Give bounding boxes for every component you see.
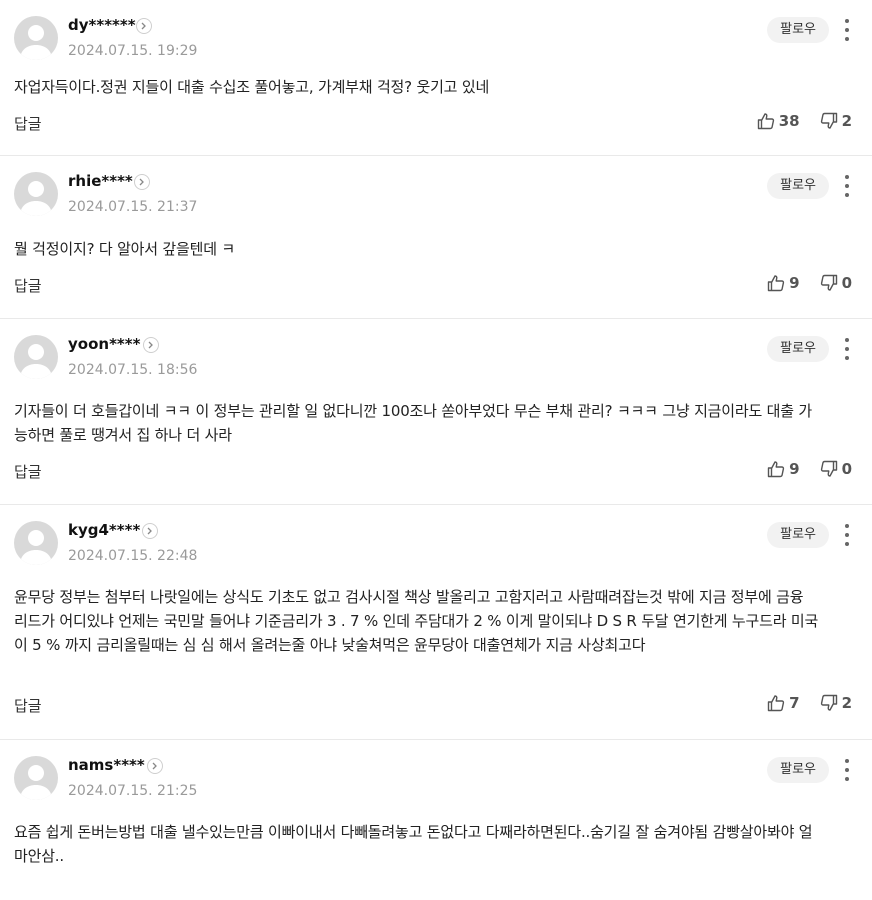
- comment-item: yoon**** 2024.07.15. 18:56 팔로우 기자들이 더 호들…: [0, 319, 872, 505]
- more-options-icon[interactable]: [840, 19, 854, 41]
- follow-button[interactable]: 팔로우: [767, 336, 829, 362]
- thumbs-up-icon: [767, 695, 785, 712]
- more-options-icon[interactable]: [840, 524, 854, 546]
- thumbs-up-icon: [767, 461, 785, 478]
- thumbs-down-icon: [820, 112, 837, 129]
- like-button[interactable]: 38: [757, 112, 800, 130]
- comment-text: 윤무당 정부는 첨부터 나랏일에는 상식도 기초도 없고 검사시절 책상 발올리…: [14, 588, 819, 654]
- comment-item: dy****** 2024.07.15. 19:29 팔로우 자업자득이다.정권…: [0, 0, 872, 156]
- dislike-count: 0: [841, 274, 852, 292]
- avatar[interactable]: [14, 521, 58, 565]
- follow-button[interactable]: 팔로우: [767, 17, 829, 43]
- more-options-icon[interactable]: [840, 759, 854, 781]
- comment-text: 뭘 걱정이지? 다 알아서 갚을텐데 ㅋ: [14, 240, 236, 258]
- follow-button[interactable]: 팔로우: [767, 522, 829, 548]
- like-count: 7: [789, 694, 800, 712]
- comment-username[interactable]: nams****: [68, 756, 145, 774]
- reply-button[interactable]: 답글: [14, 461, 42, 482]
- profile-chevron-icon[interactable]: [134, 174, 150, 190]
- vote-group: 7 2: [747, 694, 852, 712]
- comment-text: 자업자득이다.정권 지들이 대출 수십조 풀어놓고, 가계부채 걱정? 웃기고 …: [14, 78, 490, 96]
- profile-chevron-icon[interactable]: [136, 18, 152, 34]
- follow-button[interactable]: 팔로우: [767, 757, 829, 783]
- default-profile-icon: [20, 25, 52, 60]
- like-button[interactable]: 9: [767, 460, 800, 478]
- more-options-icon[interactable]: [840, 338, 854, 360]
- comment-text: 요즘 쉽게 돈버는방법 대출 낼수있는만큼 이빠이내서 다빼돌려놓고 돈없다고 …: [14, 823, 813, 865]
- thumbs-down-icon: [820, 694, 837, 711]
- reply-button[interactable]: 답글: [14, 113, 42, 134]
- comment-username[interactable]: dy******: [68, 16, 136, 34]
- like-button[interactable]: 9: [767, 274, 800, 292]
- comment-date: 2024.07.15. 18:56: [68, 362, 198, 378]
- vote-group: 38 2: [737, 112, 852, 130]
- dislike-button[interactable]: 0: [820, 460, 852, 478]
- comment-item: rhie**** 2024.07.15. 21:37 팔로우 뭘 걱정이지? 다…: [0, 156, 872, 319]
- comment-item: nams**** 2024.07.15. 21:25 팔로우 요즘 쉽게 돈버는…: [0, 740, 872, 900]
- follow-button[interactable]: 팔로우: [767, 173, 829, 199]
- default-profile-icon: [20, 344, 52, 379]
- default-profile-icon: [20, 765, 52, 800]
- dislike-button[interactable]: 2: [820, 112, 852, 130]
- thumbs-down-icon: [820, 460, 837, 477]
- comment-date: 2024.07.15. 21:37: [68, 199, 198, 215]
- avatar[interactable]: [14, 756, 58, 800]
- default-profile-icon: [20, 530, 52, 565]
- like-count: 9: [789, 460, 800, 478]
- comment-list: dy****** 2024.07.15. 19:29 팔로우 자업자득이다.정권…: [0, 0, 872, 900]
- like-button[interactable]: 7: [767, 694, 800, 712]
- more-options-icon[interactable]: [840, 175, 854, 197]
- avatar[interactable]: [14, 172, 58, 216]
- thumbs-up-icon: [757, 113, 774, 130]
- reply-button[interactable]: 답글: [14, 275, 42, 296]
- avatar[interactable]: [14, 335, 58, 379]
- default-profile-icon: [20, 181, 52, 216]
- comment-username[interactable]: yoon****: [68, 335, 140, 353]
- like-count: 9: [789, 274, 800, 292]
- vote-group: 9 0: [747, 460, 852, 478]
- comment-item: kyg4**** 2024.07.15. 22:48 팔로우 윤무당 정부는 첨…: [0, 505, 872, 740]
- profile-chevron-icon[interactable]: [143, 337, 159, 353]
- profile-chevron-icon[interactable]: [147, 758, 163, 774]
- comment-username[interactable]: rhie****: [68, 172, 133, 190]
- thumbs-down-icon: [820, 274, 837, 291]
- comment-date: 2024.07.15. 19:29: [68, 43, 198, 59]
- profile-chevron-icon[interactable]: [142, 523, 158, 539]
- dislike-count: 0: [841, 460, 852, 478]
- dislike-count: 2: [841, 112, 852, 130]
- avatar[interactable]: [14, 16, 58, 60]
- comment-username[interactable]: kyg4****: [68, 521, 140, 539]
- vote-group: 9 0: [747, 274, 852, 292]
- comment-date: 2024.07.15. 22:48: [68, 548, 198, 564]
- like-count: 38: [778, 112, 800, 130]
- comment-text: 기자들이 더 호들갑이네 ㅋㅋ 이 정부는 관리할 일 없다니깐 100조나 쏟…: [14, 402, 813, 444]
- dislike-count: 2: [841, 694, 852, 712]
- thumbs-up-icon: [767, 275, 785, 292]
- comment-date: 2024.07.15. 21:25: [68, 783, 198, 799]
- reply-button[interactable]: 답글: [14, 695, 42, 716]
- dislike-button[interactable]: 0: [820, 274, 852, 292]
- dislike-button[interactable]: 2: [820, 694, 852, 712]
